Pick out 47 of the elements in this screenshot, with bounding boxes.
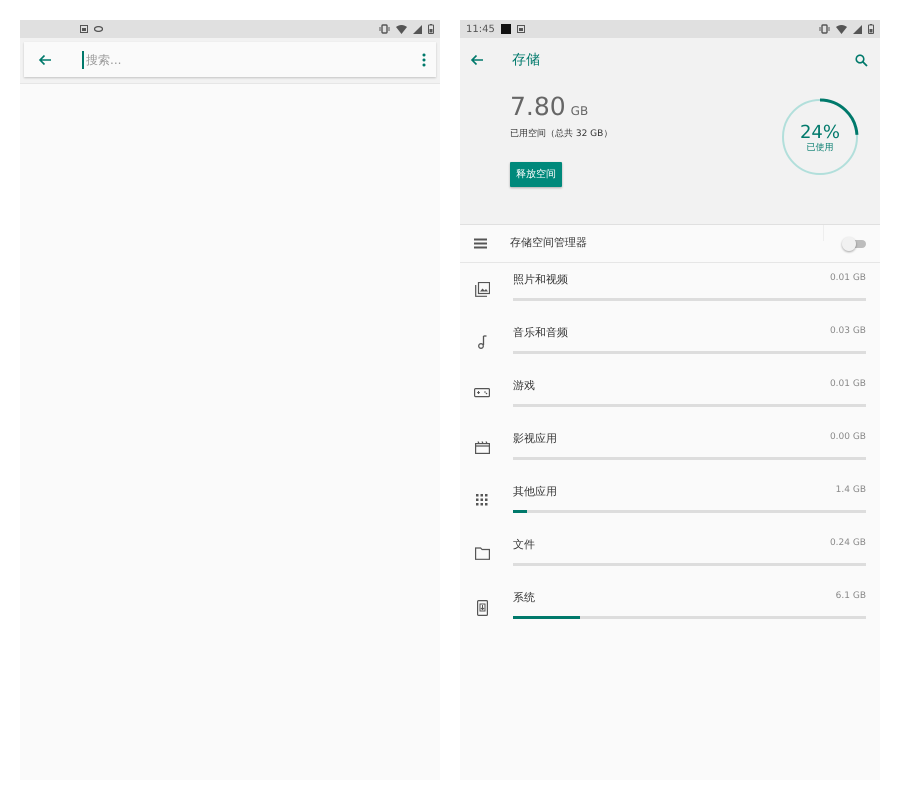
category-size: 6.1 GB: [836, 590, 866, 603]
category-size: 0.00 GB: [830, 431, 866, 444]
photos-icon: [474, 282, 490, 297]
battery-icon: [868, 24, 874, 34]
category-label[interactable]: 照片和视频: [513, 272, 568, 288]
free-up-button[interactable]: 释放空间: [510, 162, 562, 186]
used-caption: 已用空间（总共 32 GB）: [510, 128, 614, 141]
battery-icon: [428, 24, 434, 34]
clapperboard-icon: [474, 441, 490, 454]
notification-icon: [500, 24, 511, 34]
used-amount: 7.80: [510, 92, 566, 121]
app-grid-icon: [476, 494, 488, 506]
category-size: 0.01 GB: [830, 378, 866, 391]
category-size: 0.01 GB: [830, 272, 866, 285]
category-size: 0.24 GB: [830, 537, 866, 550]
setting-label: 存储空间管理器: [510, 235, 588, 252]
used-unit: GB: [570, 104, 588, 118]
vibrate-icon: [379, 24, 390, 34]
more-icon[interactable]: [422, 52, 426, 66]
wifi-icon: [396, 24, 407, 34]
search-icon[interactable]: [855, 54, 868, 66]
usage-label: 已使用: [806, 142, 834, 155]
search-bar[interactable]: 搜索...: [24, 42, 436, 77]
category-label[interactable]: 影视应用: [513, 431, 557, 448]
toggle-switch[interactable]: [842, 236, 866, 250]
phone-icon: [476, 600, 488, 616]
category-label[interactable]: 其他应用: [513, 484, 557, 500]
category-label[interactable]: 文件: [513, 537, 535, 554]
vibrate-icon: [819, 24, 830, 34]
list-icon: [474, 238, 487, 249]
status-time: 11:45: [466, 22, 495, 36]
usage-percent: 24%: [798, 121, 841, 143]
notification-icon: [516, 25, 525, 33]
category-label[interactable]: 系统: [513, 590, 535, 606]
screen-title: 存储: [512, 50, 541, 70]
category-size: 1.4 GB: [836, 484, 866, 497]
category-label[interactable]: 游戏: [513, 378, 535, 394]
signal-icon: [413, 24, 422, 34]
music-note-icon: [477, 335, 487, 349]
wifi-icon: [836, 24, 847, 34]
category-size: 0.03 GB: [830, 325, 866, 338]
back-icon[interactable]: [470, 54, 484, 66]
gamepad-icon: [474, 388, 490, 398]
folder-icon: [474, 547, 490, 560]
back-icon[interactable]: [38, 54, 52, 66]
category-label[interactable]: 音乐和音频: [513, 325, 568, 342]
signal-icon: [853, 24, 862, 34]
